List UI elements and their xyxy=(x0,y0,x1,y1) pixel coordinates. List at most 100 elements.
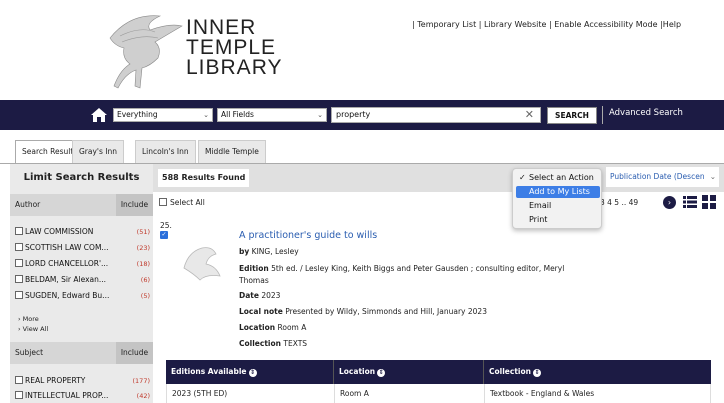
grid-view-icon[interactable] xyxy=(702,195,716,209)
table-cell: 2023 (5TH ED) xyxy=(167,384,335,403)
tab-grays-inn[interactable]: Gray's Inn xyxy=(72,140,125,164)
checkbox[interactable] xyxy=(15,376,23,384)
library-website-link[interactable]: Library Website xyxy=(484,20,546,29)
facet-item[interactable]: BELDAM, Sir Alexan... (6) xyxy=(15,274,150,286)
action-label: Print xyxy=(529,215,548,224)
more-link[interactable]: › More xyxy=(18,315,39,323)
view-all-link[interactable]: › View All xyxy=(18,325,48,333)
checkbox[interactable] xyxy=(15,275,23,283)
facet-label: SCOTTISH LAW COM... xyxy=(25,243,109,252)
result-title-link[interactable]: A practitioner's guide to wills xyxy=(239,230,377,241)
table-cell: Textbook - England & Wales xyxy=(490,389,595,398)
collection-label: Collection xyxy=(239,339,281,348)
facet-item[interactable]: INTELLECTUAL PROP... (42) xyxy=(15,390,150,402)
chevron-down-icon: ⌄ xyxy=(203,111,209,119)
subject-facet-label: Subject xyxy=(15,348,44,357)
field-value: All Fields xyxy=(221,110,254,119)
advanced-search-link[interactable]: Advanced Search xyxy=(602,106,683,124)
facet-label: REAL PROPERTY xyxy=(25,376,86,385)
checkbox[interactable] xyxy=(15,291,23,299)
subject-facet-header[interactable]: Subject Include xyxy=(10,342,153,364)
sidebar-title: Limit Search Results xyxy=(23,172,140,183)
checkbox[interactable] xyxy=(15,243,23,251)
location-label: Location xyxy=(239,323,276,332)
select-all[interactable]: Select All xyxy=(159,198,205,207)
search-input[interactable]: property ✕ xyxy=(331,107,541,123)
table-cell: Room A xyxy=(335,384,485,403)
author-value: KING, Lesley xyxy=(251,247,299,256)
pegasus-logo-icon[interactable] xyxy=(100,8,185,96)
sort-icon[interactable]: ⇕ xyxy=(248,369,257,377)
tab-middle-temple[interactable]: Middle Temple xyxy=(198,140,266,164)
more-label: More xyxy=(22,315,39,323)
temporary-list-link[interactable]: Temporary List xyxy=(417,20,476,29)
column-header-label: Collection xyxy=(489,367,531,376)
facet-item[interactable]: SCOTTISH LAW COM... (23) xyxy=(15,242,150,254)
facet-label: LAW COMMISSION xyxy=(25,227,94,236)
list-view-icon[interactable] xyxy=(683,195,697,209)
home-icon[interactable] xyxy=(90,107,108,123)
sort-icon[interactable]: ⇕ xyxy=(532,369,541,377)
clear-icon[interactable]: ✕ xyxy=(525,108,534,122)
scope-select[interactable]: Everything ⌄ xyxy=(113,108,213,122)
accessibility-mode-link[interactable]: Enable Accessibility Mode xyxy=(554,20,657,29)
facet-count: (42) xyxy=(136,392,150,400)
facet-count: (5) xyxy=(140,292,150,300)
chevron-down-icon: ⌄ xyxy=(317,111,323,119)
action-label: Email xyxy=(529,201,552,210)
column-header[interactable]: Editions Available ⇕ xyxy=(166,360,334,384)
action-menu[interactable]: ✓ Select an Action Add to My Lists Email … xyxy=(512,168,602,229)
site-header: INNER TEMPLE LIBRARY | Temporary List | … xyxy=(0,0,724,100)
action-option[interactable]: Email xyxy=(516,200,600,212)
tab-lincolns-inn[interactable]: Lincoln's Inn xyxy=(135,140,196,164)
facet-count: (23) xyxy=(136,244,150,252)
facet-count: (51) xyxy=(136,228,150,236)
column-header[interactable]: Collection ⇕ xyxy=(484,360,711,384)
author-facet-header[interactable]: Author Include xyxy=(10,194,153,216)
editions-table: Editions Available ⇕ Location ⇕ Collection… xyxy=(166,360,711,403)
author-include-toggle[interactable]: Include xyxy=(116,194,153,216)
date-value: 2023 xyxy=(261,291,281,300)
action-option[interactable]: Add to My Lists xyxy=(516,186,600,198)
column-header[interactable]: Location ⇕ xyxy=(334,360,484,384)
facet-label: BELDAM, Sir Alexan... xyxy=(25,275,107,284)
help-link[interactable]: Help xyxy=(663,20,681,29)
action-option[interactable]: ✓ Select an Action xyxy=(516,172,600,184)
facet-item[interactable]: SUGDEN, Edward Bu... (5) xyxy=(15,290,150,302)
select-all-label: Select All xyxy=(170,198,205,207)
next-page-icon[interactable]: › xyxy=(663,196,676,209)
edition-value: 5th ed. / Lesley King, Keith Biggs and P… xyxy=(271,264,565,273)
local-note-label: Local note xyxy=(239,307,283,316)
checkmark-icon: ✓ xyxy=(519,173,526,182)
checkbox[interactable] xyxy=(15,391,23,399)
edition-line: Edition 5th ed. / Lesley King, Keith Big… xyxy=(239,264,564,273)
pagination[interactable]: 3 4 5 .. 49 xyxy=(600,198,638,207)
action-label: Add to My Lists xyxy=(529,187,590,196)
subject-include-toggle[interactable]: Include xyxy=(116,342,153,364)
checkbox[interactable] xyxy=(15,259,23,267)
facet-label: INTELLECTUAL PROP... xyxy=(25,391,109,400)
editions-header-row: Editions Available ⇕ Location ⇕ Collection… xyxy=(166,360,711,384)
location-line: Location Room A xyxy=(239,323,306,332)
wordmark-line: INNER xyxy=(186,16,257,39)
collection-line: Collection TEXTS xyxy=(239,339,307,348)
sort-icon[interactable]: ⇕ xyxy=(377,369,386,377)
collection-value: TEXTS xyxy=(283,339,308,348)
action-option[interactable]: Print xyxy=(516,214,600,226)
search-button[interactable]: SEARCH xyxy=(547,107,597,124)
field-select[interactable]: All Fields ⌄ xyxy=(217,108,327,122)
wordmark-line: TEMPLE xyxy=(186,36,277,59)
facet-item[interactable]: REAL PROPERTY (177) xyxy=(15,375,150,387)
facet-item[interactable]: LAW COMMISSION (51) xyxy=(15,226,150,238)
search-query-text: property xyxy=(336,110,371,119)
sort-select[interactable]: Publication Date (Descen ⌄ xyxy=(606,167,719,187)
sort-value: Publication Date (Descen xyxy=(610,172,705,181)
results-toolbar: 588 Results Found Publication Date (Desc… xyxy=(153,164,724,192)
book-cover-image[interactable] xyxy=(176,238,226,288)
facet-item[interactable]: LORD CHANCELLOR'... (18) xyxy=(15,258,150,270)
checkbox[interactable] xyxy=(15,227,23,235)
facet-sidebar: Limit Search Results Author Include LAW … xyxy=(10,164,153,403)
facet-label: SUGDEN, Edward Bu... xyxy=(25,291,110,300)
result-checkbox[interactable]: ✓ xyxy=(160,231,168,239)
checkbox[interactable] xyxy=(159,198,167,206)
